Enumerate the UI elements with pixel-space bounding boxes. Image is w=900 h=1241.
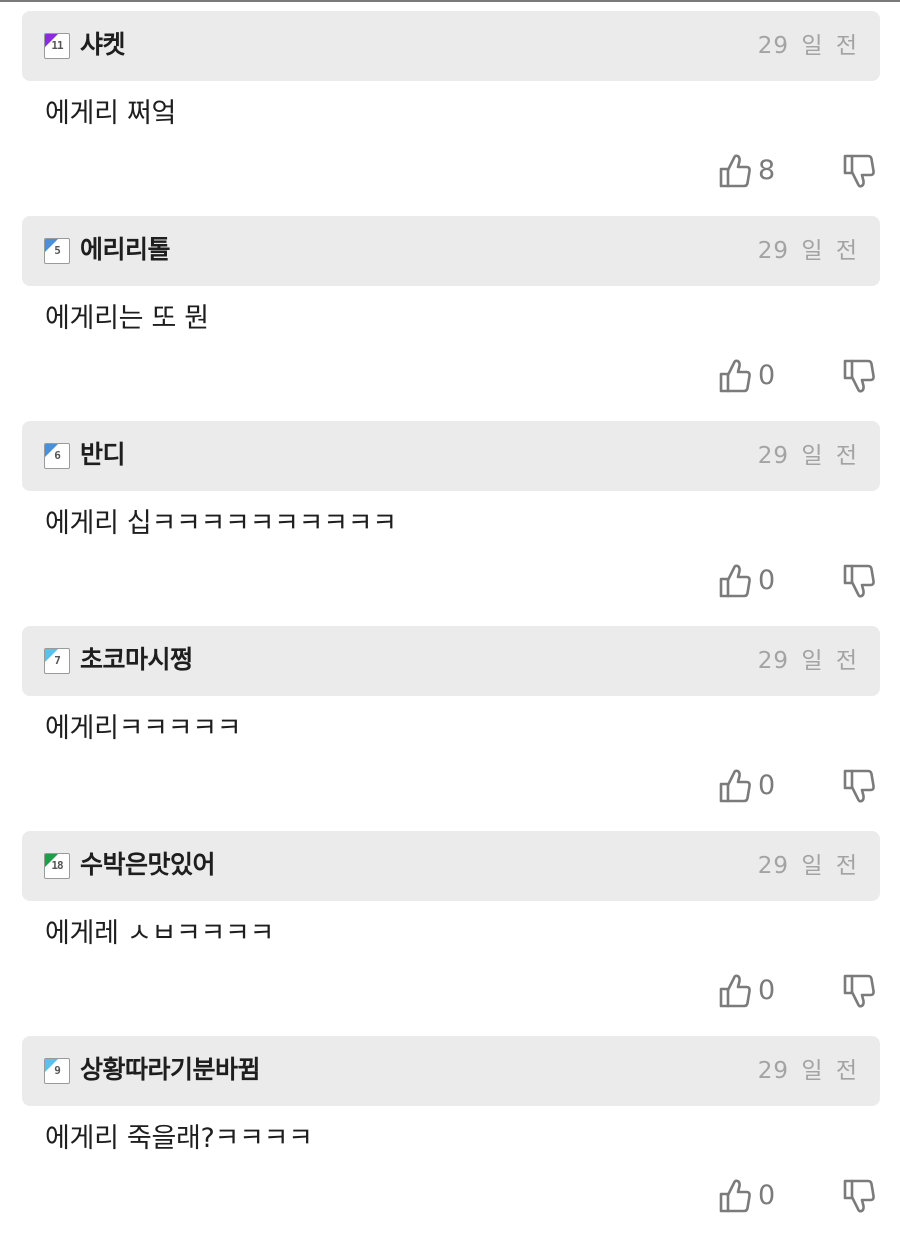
comment-header: 6 반디 29 일 전 bbox=[22, 421, 880, 491]
upvote-button[interactable]: 0 bbox=[718, 768, 798, 804]
thumbs-up-icon bbox=[719, 154, 751, 188]
comment-text: 에게리ㅋㅋㅋㅋㅋ bbox=[45, 713, 242, 744]
thumbs-up-icon bbox=[719, 564, 751, 598]
comment-header: 5 에리리톨 29 일 전 bbox=[22, 216, 880, 286]
level-number: 18 bbox=[51, 859, 63, 872]
level-number: 5 bbox=[54, 244, 61, 257]
thumbs-down-icon bbox=[843, 1179, 875, 1213]
downvote-button[interactable] bbox=[842, 768, 878, 804]
comment-item: 7 초코마시쩡 29 일 전 에게리ㅋㅋㅋㅋㅋ 0 bbox=[0, 626, 900, 831]
level-badge-icon: 18 bbox=[44, 853, 70, 879]
comment-item: 18 수박은맛있어 29 일 전 에게레 ㅅㅂㅋㅋㅋㅋ 0 bbox=[0, 831, 900, 1036]
comment-text: 에게리는 또 뭔 bbox=[45, 303, 209, 334]
upvote-button[interactable]: 8 bbox=[718, 153, 798, 189]
nickname[interactable]: 에리리톨 bbox=[80, 233, 171, 267]
upvote-count: 0 bbox=[758, 360, 776, 391]
thumbs-down-icon bbox=[843, 974, 875, 1008]
thumbs-down-icon bbox=[843, 359, 875, 393]
upvote-count: 0 bbox=[758, 770, 776, 801]
comment-header: 7 초코마시쩡 29 일 전 bbox=[22, 626, 880, 696]
upvote-count: 8 bbox=[758, 155, 776, 186]
upvote-button[interactable]: 0 bbox=[718, 358, 798, 394]
timestamp: 29 일 전 bbox=[757, 443, 858, 469]
level-number: 9 bbox=[54, 1064, 61, 1077]
comment-text: 에게리 쩌엌 bbox=[45, 98, 176, 129]
level-badge-icon: 7 bbox=[44, 648, 70, 674]
upvote-count: 0 bbox=[758, 565, 776, 596]
upvote-count: 0 bbox=[758, 1180, 776, 1211]
upvote-count: 0 bbox=[758, 975, 776, 1006]
level-badge-icon: 11 bbox=[44, 33, 70, 59]
timestamp: 29 일 전 bbox=[757, 1058, 858, 1084]
downvote-button[interactable] bbox=[842, 1178, 878, 1214]
level-number: 7 bbox=[54, 654, 61, 667]
downvote-button[interactable] bbox=[842, 973, 878, 1009]
nickname[interactable]: 반디 bbox=[80, 438, 126, 472]
level-number: 6 bbox=[54, 449, 61, 462]
comment-item: 5 에리리톨 29 일 전 에게리는 또 뭔 0 bbox=[0, 216, 900, 421]
upvote-button[interactable]: 0 bbox=[718, 973, 798, 1009]
comment-text: 에게리 십ㅋㅋㅋㅋㅋㅋㅋㅋㅋㅋ bbox=[45, 508, 397, 539]
downvote-button[interactable] bbox=[842, 153, 878, 189]
timestamp: 29 일 전 bbox=[757, 648, 858, 674]
timestamp: 29 일 전 bbox=[757, 238, 858, 264]
level-badge-icon: 5 bbox=[44, 238, 70, 264]
comment-item: 9 상황따라기분바뀜 29 일 전 에게리 죽을래?ㅋㅋㅋㅋ 0 bbox=[0, 1036, 900, 1241]
level-badge-icon: 6 bbox=[44, 443, 70, 469]
upvote-button[interactable]: 0 bbox=[718, 563, 798, 599]
thumbs-up-icon bbox=[719, 974, 751, 1008]
timestamp: 29 일 전 bbox=[757, 33, 858, 59]
level-number: 11 bbox=[51, 39, 63, 52]
nickname[interactable]: 상황따라기분바뀜 bbox=[80, 1053, 261, 1087]
timestamp: 29 일 전 bbox=[757, 853, 858, 879]
thumbs-up-icon bbox=[719, 1179, 751, 1213]
comment-item: 6 반디 29 일 전 에게리 십ㅋㅋㅋㅋㅋㅋㅋㅋㅋㅋ 0 bbox=[0, 421, 900, 626]
thumbs-down-icon bbox=[843, 564, 875, 598]
comment-text: 에게레 ㅅㅂㅋㅋㅋㅋ bbox=[45, 918, 275, 949]
comment-item: 11 샤켓 29 일 전 에게리 쩌엌 8 bbox=[0, 11, 900, 216]
comment-header: 18 수박은맛있어 29 일 전 bbox=[22, 831, 880, 901]
nickname[interactable]: 초코마시쩡 bbox=[80, 643, 193, 677]
upvote-button[interactable]: 0 bbox=[718, 1178, 798, 1214]
downvote-button[interactable] bbox=[842, 358, 878, 394]
thumbs-down-icon bbox=[843, 769, 875, 803]
nickname[interactable]: 샤켓 bbox=[80, 28, 126, 62]
top-divider bbox=[0, 0, 900, 2]
thumbs-up-icon bbox=[719, 359, 751, 393]
downvote-button[interactable] bbox=[842, 563, 878, 599]
comment-header: 9 상황따라기분바뀜 29 일 전 bbox=[22, 1036, 880, 1106]
comment-text: 에게리 죽을래?ㅋㅋㅋㅋ bbox=[45, 1123, 313, 1154]
level-badge-icon: 9 bbox=[44, 1058, 70, 1084]
nickname[interactable]: 수박은맛있어 bbox=[80, 848, 216, 882]
thumbs-down-icon bbox=[843, 154, 875, 188]
thumbs-up-icon bbox=[719, 769, 751, 803]
comment-header: 11 샤켓 29 일 전 bbox=[22, 11, 880, 81]
